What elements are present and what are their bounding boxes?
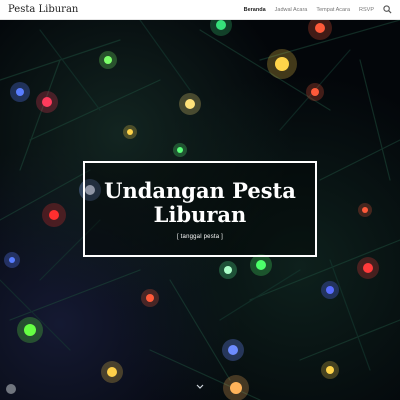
hero-section: Undangan Pesta Liburan [ tanggal pesta ] <box>0 20 400 400</box>
main-nav: Beranda Jadwal Acara Tempat Acara RSVP <box>244 5 392 14</box>
info-badge-icon[interactable] <box>6 384 16 394</box>
invitation-title-box: Undangan Pesta Liburan [ tanggal pesta ] <box>83 161 317 257</box>
party-date-placeholder: [ tanggal pesta ] <box>176 233 224 240</box>
nav-item-rsvp[interactable]: RSVP <box>359 7 374 13</box>
search-icon[interactable] <box>383 5 392 14</box>
top-navigation-bar: Pesta Liburan Beranda Jadwal Acara Tempa… <box>0 0 400 20</box>
site-title[interactable]: Pesta Liburan <box>8 4 78 15</box>
page-title: Undangan Pesta Liburan <box>104 177 296 227</box>
chevron-down-icon[interactable] <box>195 382 205 392</box>
nav-item-beranda[interactable]: Beranda <box>244 7 266 13</box>
nav-item-tempat-acara[interactable]: Tempat Acara <box>316 7 350 13</box>
nav-item-jadwal-acara[interactable]: Jadwal Acara <box>275 7 308 13</box>
